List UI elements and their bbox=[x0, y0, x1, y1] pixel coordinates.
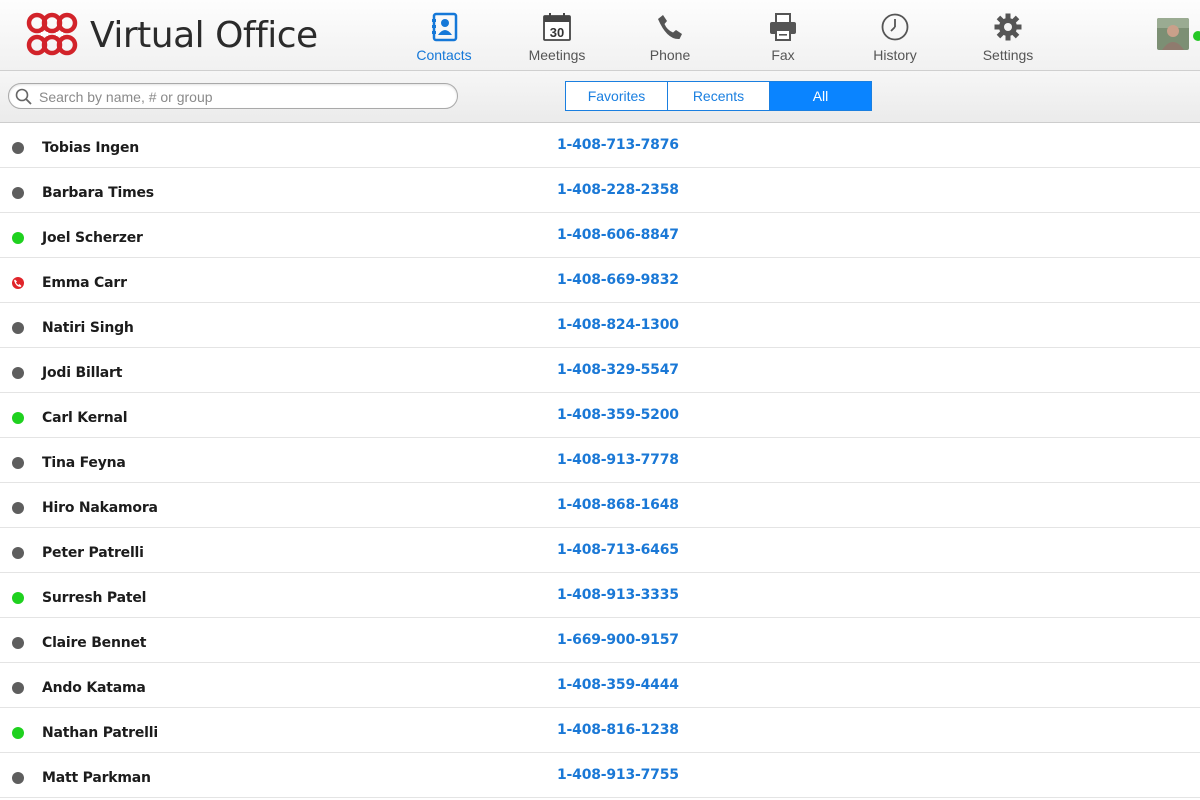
filter-all-button[interactable]: All bbox=[770, 82, 871, 110]
contact-name: Matt Parkman bbox=[42, 770, 151, 786]
contact-phone-link[interactable]: 1-408-913-7778 bbox=[557, 452, 679, 468]
contact-row[interactable]: Peter Patrelli 1-408-713-6465 bbox=[0, 528, 1200, 573]
contact-list: Tobias Ingen 1-408-713-7876 Barbara Times 1… bbox=[0, 123, 1200, 798]
status-offline-indicator bbox=[12, 187, 24, 199]
contact-name: Nathan Patrelli bbox=[42, 725, 158, 741]
app-header: Virtual Office Contacts 30 Meetings Phon… bbox=[0, 0, 1200, 71]
status-offline-indicator bbox=[12, 772, 24, 784]
contact-row[interactable]: Tina Feyna 1-408-913-7778 bbox=[0, 438, 1200, 483]
avatar-image bbox=[1157, 18, 1189, 50]
fax-icon bbox=[770, 13, 796, 41]
contact-row[interactable]: Barbara Times 1-408-228-2358 bbox=[0, 168, 1200, 213]
status-offline-indicator bbox=[12, 457, 24, 469]
search-box[interactable] bbox=[8, 83, 458, 109]
nav-phone-label: Phone bbox=[649, 47, 691, 63]
nav-history[interactable]: History bbox=[850, 12, 940, 63]
nav-contacts[interactable]: Contacts bbox=[399, 12, 489, 63]
contact-phone-link[interactable]: 1-408-359-4444 bbox=[557, 677, 679, 693]
nav-fax[interactable]: Fax bbox=[738, 12, 828, 63]
contact-row[interactable]: Surresh Patel 1-408-913-3335 bbox=[0, 573, 1200, 618]
contact-name: Barbara Times bbox=[42, 185, 154, 201]
filter-favorites-button[interactable]: Favorites bbox=[566, 82, 668, 110]
contact-phone-link[interactable]: 1-408-816-1238 bbox=[557, 722, 679, 738]
contact-name: Claire Bennet bbox=[42, 635, 147, 651]
nav-settings-label: Settings bbox=[982, 47, 1034, 63]
nav-settings[interactable]: Settings bbox=[963, 12, 1053, 63]
contact-name: Natiri Singh bbox=[42, 320, 134, 336]
calendar-day-text: 30 bbox=[550, 25, 564, 40]
nav-phone[interactable]: Phone bbox=[625, 12, 715, 63]
contact-name: Surresh Patel bbox=[42, 590, 147, 606]
contact-row[interactable]: Matt Parkman 1-408-913-7755 bbox=[0, 753, 1200, 798]
search-input[interactable] bbox=[37, 86, 441, 108]
filter-recents-button[interactable]: Recents bbox=[668, 82, 770, 110]
contact-phone-link[interactable]: 1-408-824-1300 bbox=[557, 317, 679, 333]
status-online-indicator bbox=[12, 727, 24, 739]
contact-name: Jodi Billart bbox=[42, 365, 123, 381]
contact-phone-link[interactable]: 1-669-900-9157 bbox=[557, 632, 679, 648]
contact-name: Emma Carr bbox=[42, 275, 127, 291]
contact-name: Hiro Nakamora bbox=[42, 500, 158, 516]
search-icon bbox=[15, 88, 32, 105]
calendar-icon: 30 bbox=[543, 13, 571, 41]
virtual-office-logo bbox=[26, 12, 78, 56]
nav-fax-label: Fax bbox=[771, 47, 795, 63]
contacts-toolbar: Favorites Recents All bbox=[0, 71, 1200, 123]
contact-filter-segmented-control: Favorites Recents All bbox=[565, 81, 872, 111]
contact-row[interactable]: Natiri Singh 1-408-824-1300 bbox=[0, 303, 1200, 348]
contact-row[interactable]: Ando Katama 1-408-359-4444 bbox=[0, 663, 1200, 708]
contact-row[interactable]: Hiro Nakamora 1-408-868-1648 bbox=[0, 483, 1200, 528]
contact-name: Joel Scherzer bbox=[42, 230, 143, 246]
status-offline-indicator bbox=[12, 142, 24, 154]
gear-icon bbox=[994, 13, 1022, 41]
user-presence-indicator bbox=[1193, 31, 1200, 41]
contact-phone-link[interactable]: 1-408-713-7876 bbox=[557, 137, 679, 153]
contact-phone-link[interactable]: 1-408-913-7755 bbox=[557, 767, 679, 783]
status-offline-indicator bbox=[12, 322, 24, 334]
phone-icon bbox=[658, 15, 682, 40]
contact-row[interactable]: Claire Bennet 1-669-900-9157 bbox=[0, 618, 1200, 663]
app-title: Virtual Office bbox=[90, 15, 318, 56]
status-offline-indicator bbox=[12, 547, 24, 559]
contact-name: Peter Patrelli bbox=[42, 545, 144, 561]
contact-phone-link[interactable]: 1-408-606-8847 bbox=[557, 227, 679, 243]
contact-row[interactable]: Carl Kernal 1-408-359-5200 bbox=[0, 393, 1200, 438]
contact-phone-link[interactable]: 1-408-868-1648 bbox=[557, 497, 679, 513]
contact-phone-link[interactable]: 1-408-329-5547 bbox=[557, 362, 679, 378]
nav-meetings[interactable]: 30 Meetings bbox=[512, 12, 602, 63]
contact-row[interactable]: Joel Scherzer 1-408-606-8847 bbox=[0, 213, 1200, 258]
contacts-icon bbox=[432, 12, 458, 42]
contact-name: Tobias Ingen bbox=[42, 140, 140, 156]
status-online-indicator bbox=[12, 232, 24, 244]
contact-phone-link[interactable]: 1-408-228-2358 bbox=[557, 182, 679, 198]
status-offline-indicator bbox=[12, 637, 24, 649]
status-offline-indicator bbox=[12, 682, 24, 694]
contact-phone-link[interactable]: 1-408-359-5200 bbox=[557, 407, 679, 423]
nav-contacts-label: Contacts bbox=[416, 47, 472, 63]
status-offline-indicator bbox=[12, 367, 24, 379]
contact-row[interactable]: Tobias Ingen 1-408-713-7876 bbox=[0, 123, 1200, 168]
nav-history-label: History bbox=[873, 47, 917, 63]
contact-phone-link[interactable]: 1-408-669-9832 bbox=[557, 272, 679, 288]
contact-name: Carl Kernal bbox=[42, 410, 128, 426]
contact-row[interactable]: Emma Carr 1-408-669-9832 bbox=[0, 258, 1200, 303]
clock-icon bbox=[881, 13, 909, 41]
on-call-icon bbox=[14, 279, 22, 287]
status-offline-indicator bbox=[12, 502, 24, 514]
status-online-indicator bbox=[12, 412, 24, 424]
contact-phone-link[interactable]: 1-408-713-6465 bbox=[557, 542, 679, 558]
contact-row[interactable]: Nathan Patrelli 1-408-816-1238 bbox=[0, 708, 1200, 753]
contact-row[interactable]: Jodi Billart 1-408-329-5547 bbox=[0, 348, 1200, 393]
nav-meetings-label: Meetings bbox=[528, 47, 586, 63]
contact-phone-link[interactable]: 1-408-913-3335 bbox=[557, 587, 679, 603]
contact-name: Tina Feyna bbox=[42, 455, 126, 471]
status-busy-indicator bbox=[12, 277, 24, 289]
contact-name: Ando Katama bbox=[42, 680, 146, 696]
user-avatar[interactable] bbox=[1157, 18, 1189, 50]
status-online-indicator bbox=[12, 592, 24, 604]
